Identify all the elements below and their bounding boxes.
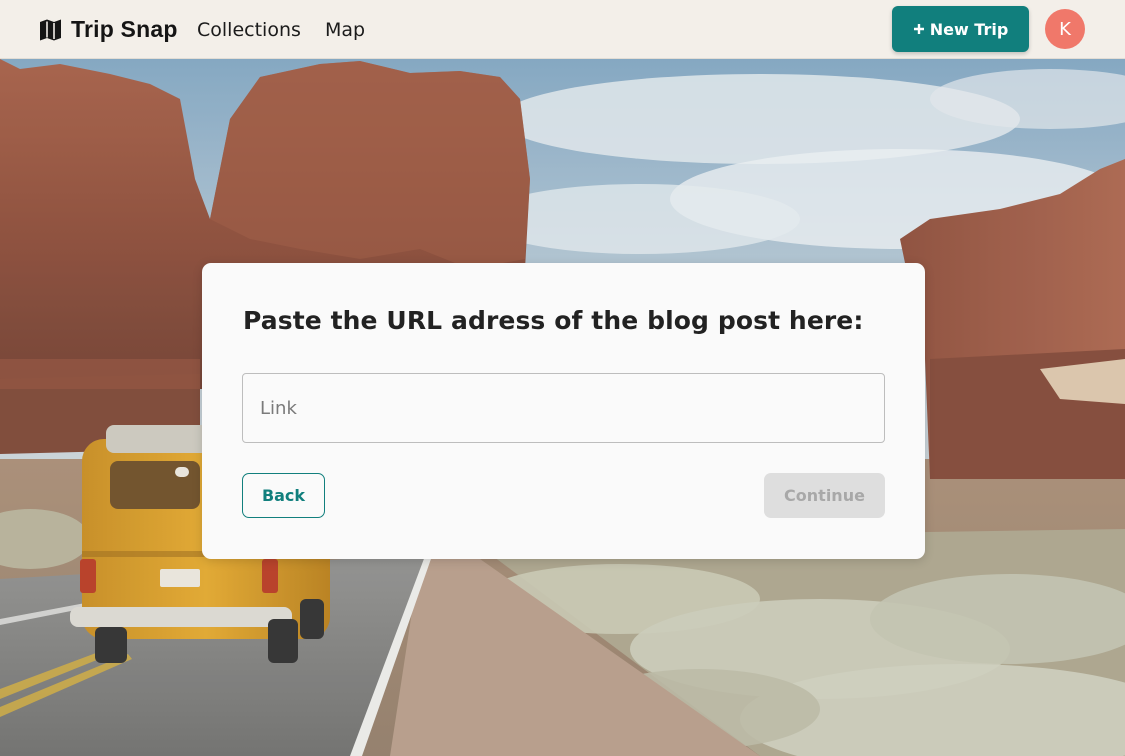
nav-link-map[interactable]: Map: [325, 19, 365, 41]
new-trip-label: New Trip: [929, 19, 1009, 39]
avatar-initial: K: [1059, 18, 1071, 40]
back-button[interactable]: Back: [242, 473, 325, 518]
top-navbar: Trip Snap Collections Map New Trip K: [0, 0, 1125, 59]
new-trip-button[interactable]: New Trip: [892, 6, 1029, 52]
map-icon: [38, 18, 64, 42]
brand-name: Trip Snap: [71, 16, 178, 42]
brand-logo-link[interactable]: Trip Snap: [38, 16, 178, 43]
user-avatar[interactable]: K: [1045, 9, 1085, 49]
modal-title: Paste the URL adress of the blog post he…: [243, 306, 864, 335]
nav-link-collections[interactable]: Collections: [197, 19, 301, 41]
link-input[interactable]: [242, 373, 885, 443]
add-blog-post-modal: Paste the URL adress of the blog post he…: [202, 263, 925, 559]
plus-icon: [913, 20, 925, 39]
continue-button[interactable]: Continue: [764, 473, 885, 518]
